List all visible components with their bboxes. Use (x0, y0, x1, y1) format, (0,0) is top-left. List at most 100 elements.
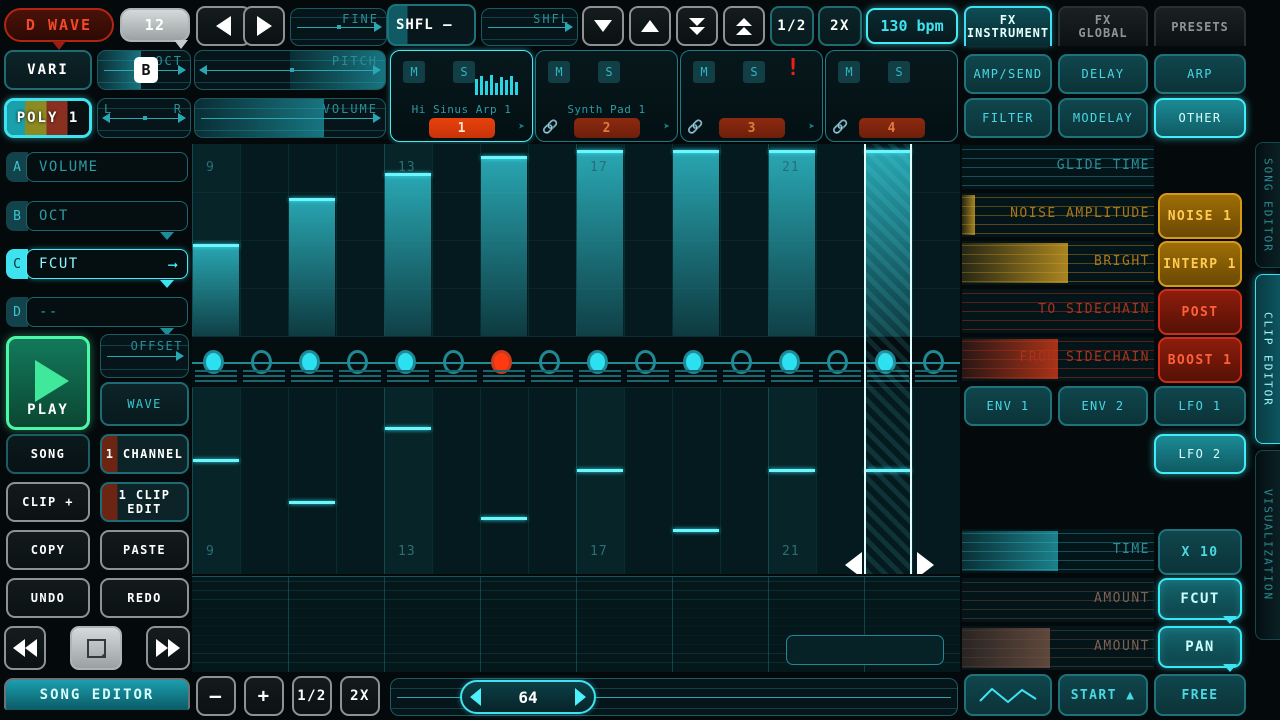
wave-select-button[interactable]: D WAVE (4, 8, 114, 42)
env-1-button[interactable]: ENV 1 (964, 386, 1052, 426)
vertical-tab-visualization[interactable]: VISUALIZATION (1255, 450, 1280, 640)
fx-param-noise-button[interactable]: NOISE 1 (1158, 193, 1242, 239)
note[interactable] (193, 458, 239, 462)
fx-button-arp[interactable]: ARP (1154, 54, 1246, 94)
channel-1-next-icon[interactable]: ➤ (518, 120, 525, 133)
lfo-amount-2-target-button[interactable]: PAN (1158, 626, 1242, 668)
vari-button[interactable]: VARI (4, 50, 92, 90)
rewind-button[interactable] (4, 626, 46, 670)
offset-slider[interactable]: WAVE OFFSET (100, 334, 189, 378)
fx-button-filter[interactable]: FILTER (964, 98, 1052, 138)
song-editor-button[interactable]: SONG EDITOR (4, 678, 190, 710)
tab-fx-instrument[interactable]: FX INSTRUMENT (964, 6, 1052, 46)
clip-length-increment-icon[interactable] (575, 688, 586, 706)
channel-3-clip-button[interactable]: 3 (718, 118, 785, 138)
fx-param-post-button[interactable]: POST (1158, 289, 1242, 335)
fx-button-modelay[interactable]: MODELAY (1058, 98, 1148, 138)
clip-edit-button[interactable]: 1 CLIP EDIT (100, 482, 189, 522)
lfo-param-row[interactable]: TIME (962, 529, 1154, 573)
lfo-waveform-button[interactable] (964, 674, 1052, 716)
song-button[interactable]: SONG (6, 434, 90, 474)
fx-param-interp-button[interactable]: INTERP 1 (1158, 241, 1242, 287)
velocity-bar[interactable] (769, 149, 815, 336)
note[interactable] (577, 469, 623, 473)
channel-1-clip-button[interactable]: 1 (428, 118, 495, 138)
tempo-half-button[interactable]: 1/2 (770, 6, 814, 46)
fx-param-row[interactable]: TO SIDECHAIN (962, 289, 1154, 333)
next-button[interactable] (243, 6, 285, 46)
fx-button-other[interactable]: OTHER (1154, 98, 1246, 138)
length-double-button[interactable]: 2X (340, 676, 380, 716)
fx-param-row[interactable]: GLIDE TIME (962, 145, 1154, 189)
channel-4-mute-button[interactable]: M (838, 61, 860, 83)
length-half-button[interactable]: 1/2 (292, 676, 332, 716)
clip-length-value-box[interactable]: 64 (460, 680, 596, 714)
velocity-bar[interactable] (193, 243, 239, 336)
page-up-button[interactable] (723, 6, 765, 46)
mod-slot-d[interactable]: D -- (6, 297, 188, 336)
lfo-param-row[interactable]: AMOUNT (962, 626, 1154, 670)
mod-slot-b[interactable]: B OCT (6, 201, 188, 240)
note[interactable] (289, 501, 335, 505)
mod-slot-a[interactable]: A VOLUME (6, 152, 188, 182)
channel-strip-1[interactable]: M S Hi Sinus Arp 1 1 ➤ (390, 50, 533, 142)
tab-presets[interactable]: PRESETS (1154, 6, 1246, 46)
channel-3-solo-button[interactable]: S (743, 61, 765, 83)
zoom-out-button[interactable]: – (196, 676, 236, 716)
song-strip-clip-block[interactable] (786, 635, 944, 665)
mod-slot-c[interactable]: C FCUT ➞ (6, 249, 188, 288)
lfo-free-button[interactable]: FREE (1154, 674, 1246, 716)
channel-strip-2[interactable]: M S Synth Pad 1 2 🔗 ➤ (535, 50, 678, 142)
env-2-button[interactable]: ENV 2 (1058, 386, 1148, 426)
clip-length-decrement-icon[interactable] (470, 688, 481, 706)
channel-4-link-icon[interactable]: 🔗 (832, 120, 848, 135)
note[interactable] (673, 529, 719, 533)
wave-number-stepper[interactable]: 12 (120, 8, 190, 42)
wave-button[interactable]: WAVE (100, 382, 189, 426)
mod-slot-c-goto-icon[interactable]: ➞ (168, 256, 178, 276)
tempo-double-button[interactable]: 2X (818, 6, 862, 46)
grid-nav-left-button[interactable] (845, 552, 862, 574)
copy-button[interactable]: COPY (6, 530, 90, 570)
vertical-tab-song-editor[interactable]: SONG EDITOR (1255, 142, 1280, 268)
note[interactable] (769, 469, 815, 473)
fx-param-row[interactable]: BRIGHT (962, 241, 1154, 285)
shuffle-button[interactable]: SHFL – (387, 4, 476, 46)
channel-2-solo-button[interactable]: S (598, 61, 620, 83)
redo-button[interactable]: REDO (100, 578, 189, 618)
volume-slider[interactable]: VOLUME (194, 98, 386, 138)
note[interactable] (385, 427, 431, 431)
zoom-in-button[interactable]: + (244, 676, 284, 716)
poly-button[interactable]: POLY 1 (4, 98, 92, 138)
fx-button-delay[interactable]: DELAY (1058, 54, 1148, 94)
channel-2-mute-button[interactable]: M (548, 61, 570, 83)
lfo-start-button[interactable]: START ▲ (1058, 674, 1148, 716)
fx-param-boost-button[interactable]: BOOST 1 (1158, 337, 1242, 383)
bpm-display[interactable]: 130 bpm (866, 8, 958, 44)
pitch-slider[interactable]: PITCH (194, 50, 386, 90)
velocity-bar[interactable] (289, 197, 335, 336)
fine-slider[interactable]: FINE (290, 8, 387, 46)
song-overview-strip[interactable] (192, 576, 960, 672)
channel-4-clip-button[interactable]: 4 (858, 118, 925, 138)
fx-param-row[interactable]: NOISE AMPLITUDE (962, 193, 1154, 237)
lfo-amount-1-target-button[interactable]: FCUT (1158, 578, 1242, 620)
pan-slider[interactable]: L R (97, 98, 191, 138)
velocity-bar[interactable] (481, 155, 527, 336)
note[interactable] (481, 516, 527, 520)
channel-3-mute-button[interactable]: M (693, 61, 715, 83)
shuffle-slider[interactable]: SHFL (481, 8, 578, 46)
channel-button[interactable]: 1 CHANNEL (100, 434, 189, 474)
play-button[interactable]: PLAY (6, 336, 90, 430)
lfo-time-mult-button[interactable]: X 10 (1158, 529, 1242, 575)
velocity-bar[interactable] (673, 149, 719, 336)
lfo-1-button[interactable]: LFO 1 (1154, 386, 1246, 426)
paste-button[interactable]: PASTE (100, 530, 189, 570)
channel-strip-3[interactable]: M S ! 3 🔗 ➤ (680, 50, 823, 142)
channel-3-link-icon[interactable]: 🔗 (687, 120, 703, 135)
channel-2-clip-button[interactable]: 2 (573, 118, 640, 138)
channel-4-solo-button[interactable]: S (888, 61, 910, 83)
channel-1-solo-button[interactable]: S (453, 61, 475, 83)
step-up-button[interactable] (629, 6, 671, 46)
grid-nav-right-button[interactable] (917, 552, 934, 574)
